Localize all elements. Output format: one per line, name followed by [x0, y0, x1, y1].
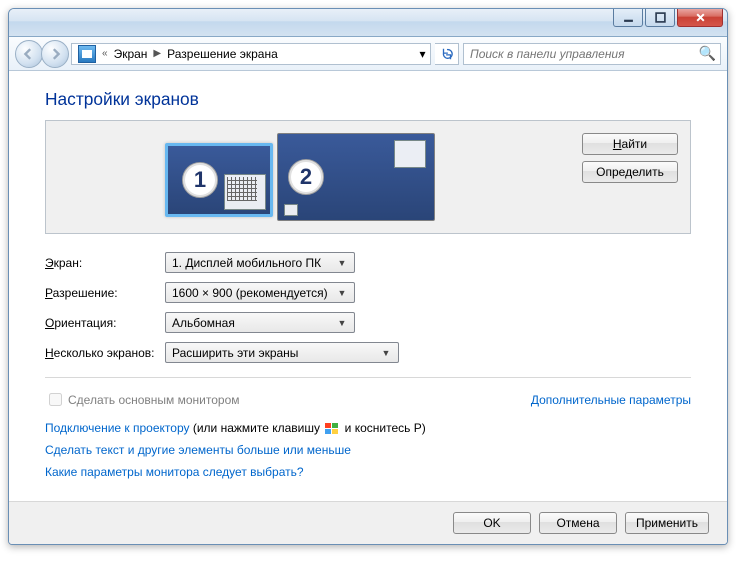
primary-monitor-label: Сделать основным монитором: [68, 393, 240, 407]
back-button[interactable]: [15, 40, 43, 68]
breadcrumb-dropdown[interactable]: ▾: [414, 47, 430, 61]
window: « Экран ▶ Разрешение экрана ▾ 🔍 Настройк…: [8, 8, 728, 545]
page-title: Настройки экранов: [45, 89, 691, 110]
titlebar: [9, 9, 727, 37]
breadcrumb-part[interactable]: Разрешение экрана: [163, 47, 282, 61]
resolution-combo[interactable]: 1600 × 900 (рекомендуется)▼: [165, 282, 355, 303]
orientation-combo[interactable]: Альбомная▼: [165, 312, 355, 333]
text-size-link[interactable]: Сделать текст и другие элементы больше и…: [45, 443, 351, 457]
control-panel-icon: [78, 45, 96, 63]
display-preview: 1 2 Найти Определить: [45, 120, 691, 234]
advanced-link[interactable]: Дополнительные параметры: [531, 393, 691, 407]
which-monitor-link[interactable]: Какие параметры монитора следует выбрать…: [45, 465, 304, 479]
resolution-label: Разрешение:: [45, 286, 165, 300]
display-combo[interactable]: 1. Дисплей мобильного ПК▼: [165, 252, 355, 273]
window-thumb-icon: [224, 174, 266, 210]
content: Настройки экранов 1 2 Найти Определить: [9, 71, 727, 501]
forward-button[interactable]: [41, 40, 69, 68]
search-input[interactable]: [468, 46, 699, 62]
dialog-footer: OK Отмена Применить: [9, 501, 727, 544]
detect-button[interactable]: Определить: [582, 161, 678, 183]
chevron-down-icon: ▼: [334, 318, 350, 328]
cancel-button[interactable]: Отмена: [539, 512, 617, 534]
navbar: « Экран ▶ Разрешение экрана ▾ 🔍: [9, 37, 727, 71]
search-icon[interactable]: 🔍: [699, 45, 716, 62]
window-thumb-icon: [284, 204, 298, 216]
multiple-label: Несколько экранов:: [45, 346, 165, 360]
breadcrumb[interactable]: « Экран ▶ Разрешение экрана ▾: [71, 43, 431, 65]
chevron-down-icon: ▼: [334, 258, 350, 268]
display-label: Экран:: [45, 256, 165, 270]
monitor-number: 1: [182, 162, 218, 198]
primary-monitor-checkbox[interactable]: [49, 393, 62, 406]
orientation-label: Ориентация:: [45, 316, 165, 330]
apply-button[interactable]: Применить: [625, 512, 709, 534]
projector-line: Подключение к проектору (или нажмите кла…: [45, 421, 691, 435]
ok-button[interactable]: OK: [453, 512, 531, 534]
monitor-1[interactable]: 1: [165, 143, 273, 217]
close-button[interactable]: [677, 9, 723, 27]
projector-link[interactable]: Подключение к проектору: [45, 421, 190, 435]
find-button[interactable]: Найти: [582, 133, 678, 155]
refresh-button[interactable]: [435, 43, 459, 65]
separator: [45, 377, 691, 378]
minimize-button[interactable]: [613, 9, 643, 27]
chevron-right-icon: ▶: [151, 48, 163, 59]
monitor-2[interactable]: 2: [277, 133, 435, 221]
chevron-left-icon: «: [100, 48, 110, 59]
monitor-number: 2: [288, 159, 324, 195]
maximize-button[interactable]: [645, 9, 675, 27]
chevron-down-icon: ▼: [378, 348, 394, 358]
search-box[interactable]: 🔍: [463, 43, 721, 65]
breadcrumb-part[interactable]: Экран: [110, 47, 152, 61]
chevron-down-icon: ▼: [334, 288, 350, 298]
multiple-combo[interactable]: Расширить эти экраны▼: [165, 342, 399, 363]
windows-logo-icon: [325, 423, 339, 435]
window-thumb-icon: [394, 140, 426, 168]
